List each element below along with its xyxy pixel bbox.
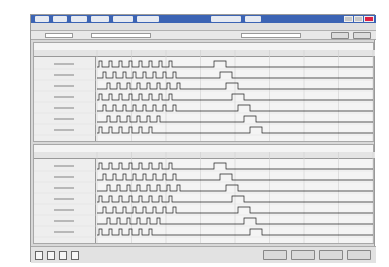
signal-label	[54, 165, 74, 167]
status-button[interactable]	[263, 250, 287, 260]
maximize-button[interactable]	[354, 16, 363, 22]
signal-label	[54, 129, 74, 131]
timing-panel	[33, 42, 375, 142]
toolbar-button[interactable]	[331, 32, 349, 39]
grid-icon[interactable]	[35, 251, 43, 260]
title-item[interactable]	[137, 16, 159, 22]
signal-label	[54, 107, 74, 109]
toolbar-field[interactable]	[241, 33, 301, 38]
title-item[interactable]	[113, 16, 133, 22]
signal-label	[54, 118, 74, 120]
title-item[interactable]	[35, 16, 49, 22]
signal-label	[54, 74, 74, 76]
signal-label	[54, 187, 74, 189]
menu-item[interactable]	[167, 24, 207, 29]
title-bar	[31, 15, 376, 23]
title-item[interactable]	[91, 16, 109, 22]
signal-label	[54, 209, 74, 211]
signal-label	[54, 176, 74, 178]
menu-item[interactable]	[123, 24, 163, 29]
print-icon[interactable]	[71, 251, 79, 260]
timing-waveform	[34, 50, 374, 141]
signal-label	[54, 85, 74, 87]
toolbar	[31, 31, 376, 40]
minimize-button[interactable]	[344, 16, 353, 22]
toolbar-field[interactable]	[91, 33, 151, 38]
title-item[interactable]	[71, 16, 87, 22]
title-item[interactable]	[245, 16, 261, 22]
signal-label	[54, 96, 74, 98]
menu-bar	[31, 23, 376, 31]
chart-icon[interactable]	[47, 251, 55, 260]
signal-label	[54, 63, 74, 65]
title-item[interactable]	[53, 16, 67, 22]
status-button[interactable]	[347, 250, 371, 260]
search-icon[interactable]	[59, 251, 67, 260]
signal-label	[54, 231, 74, 233]
toolbar-field[interactable]	[45, 33, 73, 38]
signal-label	[54, 220, 74, 222]
timing-waveform	[34, 152, 374, 243]
close-button[interactable]	[364, 16, 374, 22]
title-item[interactable]	[211, 16, 241, 22]
status-bar	[31, 246, 376, 263]
toolbar-button[interactable]	[353, 32, 371, 39]
status-button[interactable]	[291, 250, 315, 260]
menu-item[interactable]	[211, 24, 251, 29]
signal-label	[54, 198, 74, 200]
menu-item[interactable]	[35, 24, 75, 29]
timing-panel	[33, 144, 375, 244]
status-button[interactable]	[319, 250, 343, 260]
timing-chart-window	[30, 14, 376, 263]
menu-item[interactable]	[79, 24, 119, 29]
